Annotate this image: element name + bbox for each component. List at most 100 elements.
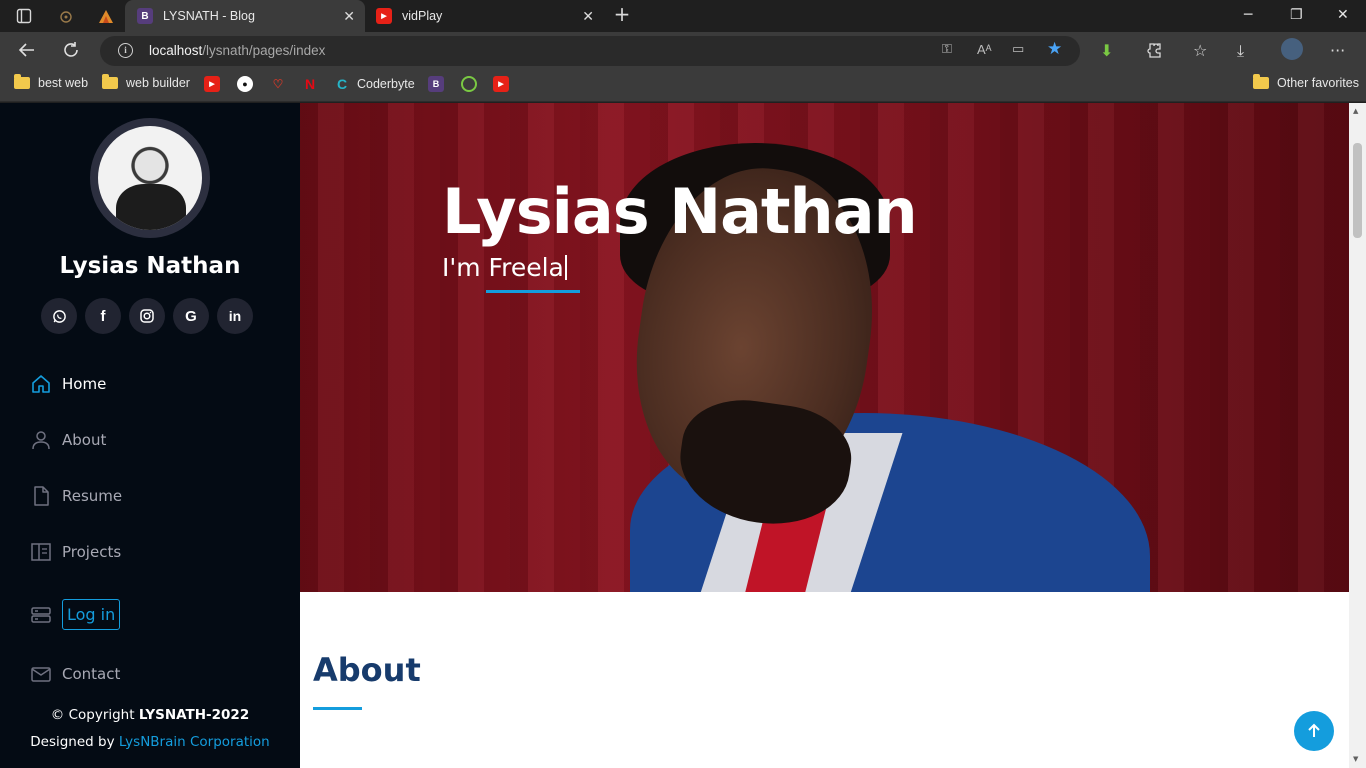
nav-item-about[interactable]: About (30, 429, 106, 451)
scroll-up-icon[interactable]: ▲ (1353, 107, 1358, 115)
sidebar: Lysias Nathan f G in Home About Resume P… (0, 103, 300, 768)
copyright-brand: LYSNATH-2022 (138, 707, 250, 723)
youtube-icon: ▶ (376, 8, 392, 24)
url-host: localhost (149, 43, 203, 58)
restore-icon[interactable]: ❐ (1290, 7, 1303, 23)
nav-item-projects[interactable]: Projects (30, 541, 121, 563)
refresh-icon[interactable] (62, 41, 80, 64)
copyright: © Copyright LYSNATH-2022 (0, 707, 300, 723)
bookmark-youtube-2[interactable]: ▶ (493, 76, 509, 92)
netflix-icon: N (304, 76, 316, 92)
profile-photo (98, 126, 202, 230)
download-extension-icon[interactable]: ⬇ (1100, 41, 1113, 60)
minimize-icon[interactable]: ─ (1244, 7, 1252, 23)
bootstrap-icon: B (428, 76, 444, 92)
google-icon[interactable]: G (173, 298, 209, 334)
more-options-icon[interactable]: ··· (1330, 41, 1345, 60)
nav-item-resume[interactable]: Resume (30, 485, 122, 507)
profile-avatar[interactable] (1281, 38, 1303, 60)
close-icon[interactable]: ✕ (582, 8, 594, 25)
hero-title: Lysias Nathan (442, 175, 918, 248)
bookmark-bootstrap[interactable]: B (428, 76, 444, 92)
sidebar-name: Lysias Nathan (59, 253, 241, 279)
bookmark-label: web builder (126, 76, 190, 90)
book-icon (31, 543, 51, 561)
copyright-prefix: © Copyright (50, 707, 139, 723)
bookmark-web-builder[interactable]: web builder (102, 74, 190, 90)
nav-label: Contact (62, 665, 121, 683)
bookmark-site-2[interactable] (461, 76, 477, 92)
browser-tab-bar: B LYSNATH - Blog ✕ ▶ vidPlay ✕ + ─ ❐ ✕ (0, 0, 1366, 32)
bookmark-label: Other favorites (1277, 76, 1359, 90)
favorite-star-icon[interactable]: ★ (1047, 39, 1062, 59)
person-icon (32, 431, 50, 450)
tab-title: LYSNATH - Blog (163, 9, 255, 23)
nav-item-login[interactable]: Log in (30, 599, 121, 630)
coderbyte-icon: C (336, 76, 348, 92)
nav-label: Home (62, 375, 107, 393)
nav-item-contact[interactable]: Contact (30, 663, 120, 685)
tab-lysnath-blog[interactable]: B LYSNATH - Blog ✕ (125, 0, 365, 32)
close-icon[interactable]: ✕ (343, 8, 355, 25)
about-underline (313, 707, 362, 710)
bookmark-youtube[interactable]: ▶ (204, 76, 220, 92)
pinned-tab-icon[interactable] (56, 6, 76, 26)
nav-label: About (62, 431, 107, 449)
folder-icon (102, 74, 118, 89)
downloads-icon[interactable]: ⤓ (1237, 41, 1244, 61)
github-icon: ● (237, 76, 253, 92)
instagram-icon[interactable] (129, 298, 165, 334)
tab-actions-icon[interactable] (14, 6, 34, 26)
page-scrollbar[interactable]: ▲ ▼ (1349, 103, 1366, 768)
bookmark-github[interactable]: ● (237, 76, 253, 92)
nav-label: Resume (62, 487, 123, 505)
nav-label: Projects (62, 543, 122, 561)
address-bar-row: i localhost/lysnath/pages/index ⚿ Aᴬ ▭ ★… (0, 32, 1366, 70)
scroll-down-icon[interactable]: ▼ (1353, 755, 1358, 763)
tab-vidplay[interactable]: ▶ vidPlay ✕ (366, 0, 604, 32)
bookmark-coderbyte[interactable]: C Coderbyte (334, 76, 415, 92)
bookmark-label: best web (38, 76, 89, 90)
window-close-icon[interactable]: ✕ (1337, 7, 1349, 23)
whatsapp-icon[interactable] (41, 298, 77, 334)
pinned-tab-icon-2[interactable] (96, 6, 116, 26)
bookmark-netflix[interactable]: N (302, 76, 318, 92)
folder-icon (1253, 74, 1269, 89)
youtube-icon: ▶ (493, 76, 509, 92)
designed-by: Designed by LysNBrain Corporation (0, 734, 300, 750)
home-icon (32, 375, 50, 393)
bookmark-site[interactable]: ♡ (270, 76, 286, 92)
key-icon[interactable]: ⚿ (942, 42, 952, 57)
typed-text: I'm Freela (442, 253, 564, 282)
new-tab-icon[interactable]: + (612, 2, 632, 26)
bookmark-other-favorites[interactable]: Other favorites (1253, 74, 1359, 90)
url-text: localhost/lysnath/pages/index (149, 43, 325, 58)
envelope-icon (31, 667, 51, 682)
designed-prefix: Designed by (30, 734, 119, 750)
linkedin-icon[interactable]: in (217, 298, 253, 334)
bootstrap-icon: B (137, 8, 153, 24)
back-icon[interactable] (18, 41, 36, 64)
login-button[interactable]: Log in (62, 599, 121, 630)
nav-item-home[interactable]: Home (30, 373, 106, 395)
read-aloud-icon[interactable]: Aᴬ (977, 42, 992, 57)
favorites-icon[interactable]: ☆ (1193, 41, 1207, 60)
designer-link[interactable]: LysNBrain Corporation (119, 734, 270, 750)
url-field[interactable]: i localhost/lysnath/pages/index ⚿ Aᴬ ▭ ★ (100, 36, 1080, 66)
bookmark-best-web[interactable]: best web (14, 74, 89, 90)
scroll-thumb[interactable] (1353, 143, 1362, 238)
bookmark-label: Coderbyte (357, 77, 415, 91)
bookmark-icon: ♡ (272, 77, 284, 91)
tab-title: vidPlay (402, 9, 443, 23)
back-to-top-button[interactable] (1294, 711, 1334, 751)
web-page: Lysias Nathan f G in Home About Resume P… (0, 103, 1366, 768)
file-icon (34, 486, 49, 506)
extensions-icon[interactable] (1145, 41, 1163, 63)
server-icon (31, 606, 51, 623)
facebook-icon[interactable]: f (85, 298, 121, 334)
bookmarks-bar: best web web builder ▶ ● ♡ N C Coderbyte … (0, 70, 1366, 102)
folder-icon (14, 74, 30, 89)
app-view-icon[interactable]: ▭ (1012, 42, 1024, 57)
site-info-icon[interactable]: i (118, 43, 133, 58)
profile-avatar-frame (90, 118, 210, 238)
